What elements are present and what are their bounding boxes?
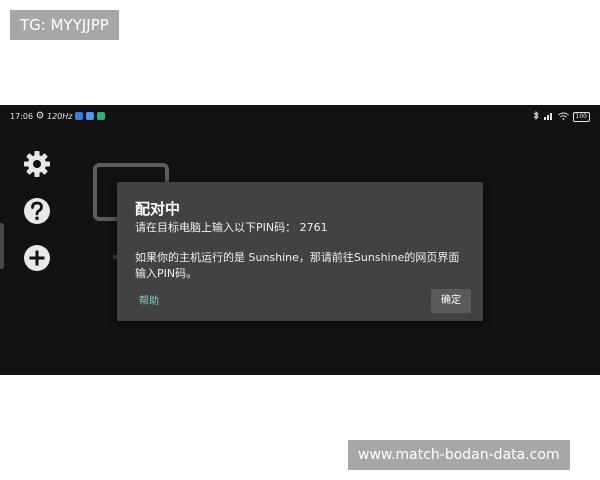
dialog-message: 请在目标电脑上输入以下PIN码： 2761 如果你的主机运行的是 Sunshin…: [135, 220, 475, 282]
dialog-sunshine-line: 如果你的主机运行的是 Sunshine，那请前往Sunshine的网页界面: [135, 251, 460, 264]
status-time: 17:06: [10, 112, 34, 121]
refresh-rate-label: 120Hz: [47, 111, 73, 121]
ok-button[interactable]: 确定: [431, 289, 471, 313]
sidebar: [20, 147, 54, 288]
gear-icon[interactable]: [20, 147, 54, 181]
pairing-dialog: 配对中 请在目标电脑上输入以下PIN码： 2761 如果你的主机运行的是 Sun…: [117, 182, 483, 321]
app-notification-icon: [75, 112, 84, 120]
battery-indicator: 100: [572, 111, 590, 122]
app-notification-icon: [97, 112, 106, 120]
add-icon[interactable]: [20, 241, 54, 275]
signal-icon: [543, 112, 554, 122]
app-notification-icon: [86, 112, 95, 120]
dialog-pin-line: 请在目标电脑上输入以下PIN码： 2761: [135, 221, 328, 234]
dialog-sunshine-line-2: 输入PIN码。: [135, 267, 198, 280]
phone-screen: 17:06 120Hz 100 配对中 请在目标电脑上输入以下PIN码： 276…: [0, 105, 600, 375]
help-button[interactable]: 帮助: [131, 292, 167, 312]
status-right-icons: 100: [533, 110, 590, 122]
watermark-top: TG: MYYJJPP: [10, 10, 119, 40]
bluetooth-icon: [533, 110, 540, 122]
wifi-icon: [557, 112, 569, 122]
sync-icon: [36, 111, 44, 121]
edge-panel-handle[interactable]: [0, 223, 4, 269]
watermark-bottom: www.match-bodan-data.com: [348, 440, 570, 470]
status-left-icons: 120Hz: [36, 111, 106, 121]
dialog-title: 配对中: [135, 200, 181, 218]
help-icon[interactable]: [20, 194, 54, 228]
status-bar: 17:06 120Hz 100: [0, 105, 600, 129]
